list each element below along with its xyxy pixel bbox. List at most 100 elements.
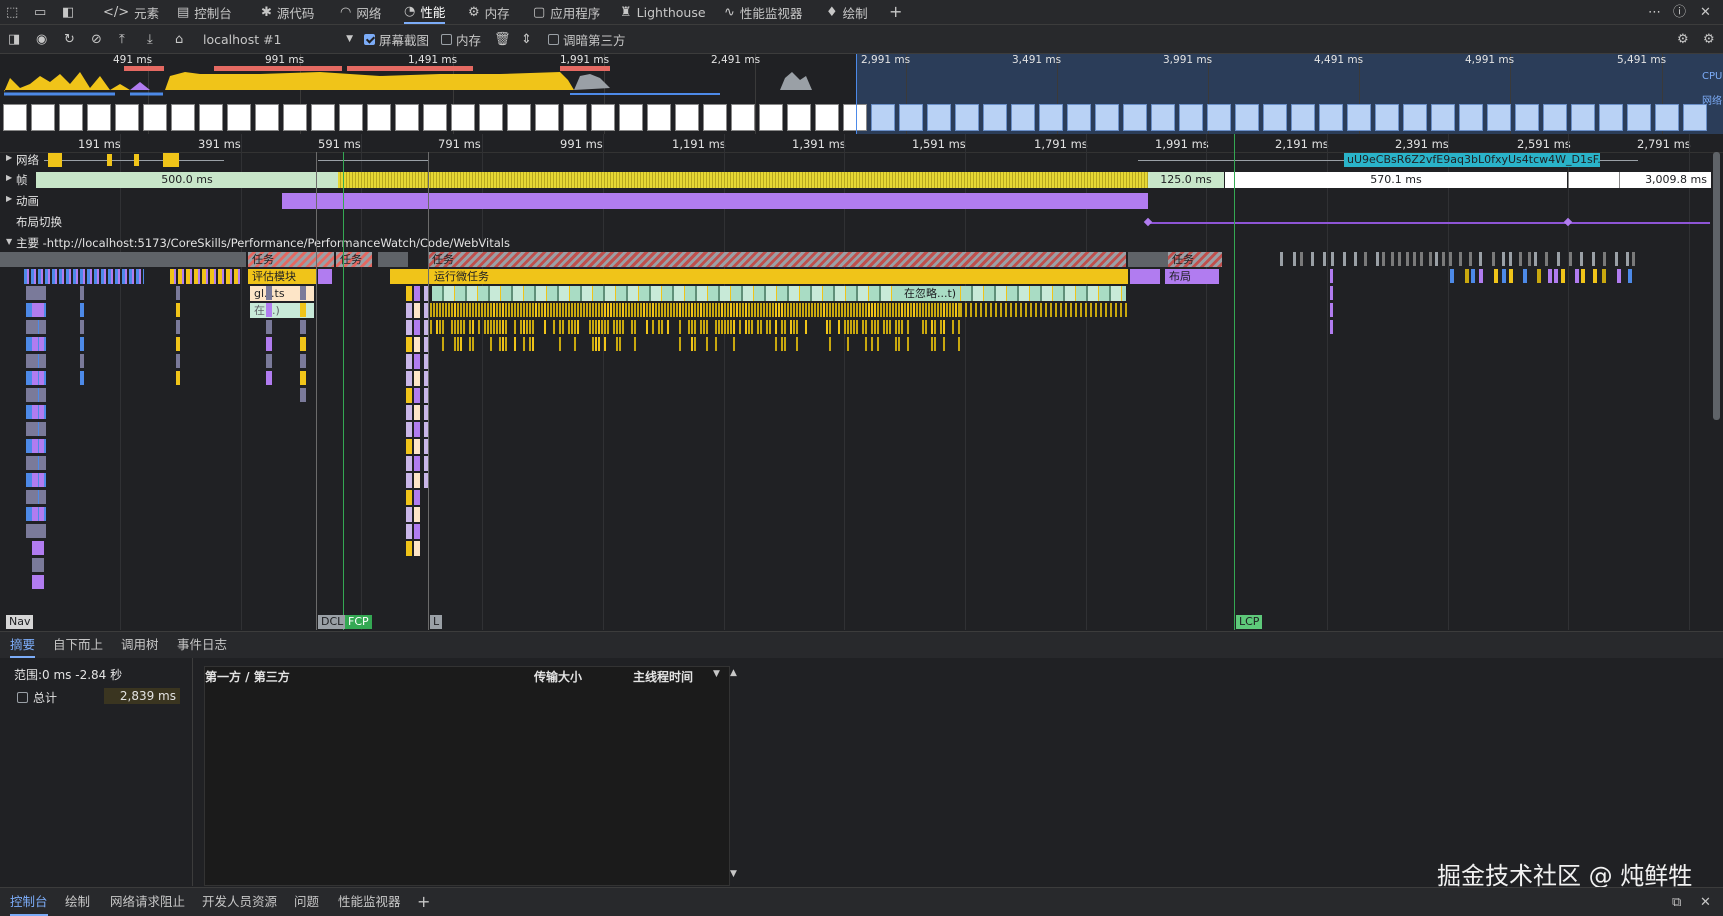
flame-bar[interactable] — [493, 303, 495, 317]
flame-bar[interactable] — [748, 303, 750, 317]
render-bar[interactable] — [1130, 269, 1160, 284]
flame-bar[interactable] — [784, 303, 786, 317]
flame-bar[interactable] — [697, 303, 699, 317]
flame-bar[interactable] — [502, 337, 504, 351]
flame-bar[interactable] — [634, 337, 636, 351]
flame-bar[interactable] — [1120, 303, 1122, 317]
drawer-tab-perf-monitor[interactable]: 性能监视器 — [338, 888, 401, 916]
screenshot-thumbnail[interactable] — [1347, 104, 1371, 131]
flame-bar[interactable] — [799, 303, 801, 317]
tab-summary[interactable]: 摘要 — [10, 632, 36, 658]
flame-bar[interactable] — [454, 303, 456, 317]
flame-bar[interactable] — [766, 320, 768, 334]
flame-bar[interactable] — [457, 337, 459, 351]
screenshot-thumbnail[interactable] — [1011, 104, 1035, 131]
flame-bar[interactable] — [601, 320, 603, 334]
flame-bar[interactable] — [913, 303, 915, 317]
network-track-label[interactable]: 网络 — [16, 152, 39, 168]
frame-block[interactable]: 125.0 ms — [1148, 172, 1224, 188]
flame-bar[interactable] — [1603, 252, 1606, 266]
flame-bar[interactable] — [559, 320, 561, 334]
flame-bar[interactable] — [943, 303, 945, 317]
flame-bar[interactable] — [694, 303, 696, 317]
flame-bar[interactable] — [1364, 252, 1367, 266]
flame-bar[interactable] — [505, 337, 507, 351]
flame-bar[interactable] — [1060, 303, 1062, 317]
flame-bar[interactable] — [667, 303, 669, 317]
flame-bar[interactable] — [571, 303, 573, 317]
flame-bar[interactable] — [565, 303, 567, 317]
flame-bar[interactable] — [829, 303, 831, 317]
scroll-down-icon[interactable]: ▼ — [730, 870, 737, 879]
flame-bar[interactable] — [781, 337, 783, 351]
flame-bar[interactable] — [490, 337, 492, 351]
flame-bar[interactable] — [781, 303, 783, 317]
flame-bar[interactable] — [772, 303, 774, 317]
flame-bar[interactable] — [607, 320, 609, 334]
flame-bar[interactable] — [865, 337, 867, 351]
screenshot-thumbnail[interactable] — [3, 104, 27, 131]
screenshot-thumbnail[interactable] — [675, 104, 699, 131]
more-tabs-button[interactable]: + — [889, 0, 902, 24]
flame-bar[interactable] — [38, 473, 39, 487]
flame-bar[interactable] — [300, 388, 306, 402]
network-request-bar[interactable] — [107, 154, 112, 166]
flame-bar[interactable] — [823, 303, 825, 317]
flame-bar[interactable] — [928, 303, 930, 317]
flame-bar[interactable] — [414, 337, 420, 352]
flame-bar[interactable] — [985, 303, 987, 317]
flame-bar[interactable] — [853, 320, 855, 334]
flame-bar[interactable] — [1015, 303, 1017, 317]
flame-bar[interactable] — [757, 320, 759, 334]
flame-bar[interactable] — [715, 303, 717, 317]
flame-bar[interactable] — [1025, 303, 1027, 317]
flame-bar[interactable] — [451, 320, 453, 334]
target-select[interactable]: localhost #1 ▼ — [203, 25, 353, 53]
flame-bar[interactable] — [922, 303, 924, 317]
flame-bar[interactable] — [883, 303, 885, 317]
flame-bar[interactable] — [760, 303, 762, 317]
flame-bar[interactable] — [975, 303, 977, 317]
flame-bar[interactable] — [592, 320, 594, 334]
flame-bar[interactable] — [619, 337, 621, 351]
flame-bar[interactable] — [38, 337, 39, 351]
flame-bar[interactable] — [931, 303, 933, 317]
flame-bar[interactable] — [1479, 252, 1482, 266]
flame-bar[interactable] — [176, 286, 180, 300]
flame-bar[interactable] — [610, 303, 612, 317]
flame-bar[interactable] — [1095, 303, 1097, 317]
flame-bar[interactable] — [574, 320, 576, 334]
flame-bar[interactable] — [1509, 252, 1512, 266]
col-main-thread-header[interactable]: 主线程时间 — [633, 668, 693, 685]
screenshot-thumbnail[interactable] — [591, 104, 615, 131]
flame-bar[interactable] — [80, 371, 84, 385]
animation-bar[interactable] — [282, 193, 1148, 209]
tab-recorder[interactable]: ♦ 绘制 — [826, 0, 868, 24]
flame-bar[interactable] — [919, 303, 921, 317]
flame-bar[interactable] — [1632, 252, 1635, 266]
flame-bar[interactable] — [904, 303, 906, 317]
flame-bar[interactable] — [601, 303, 603, 317]
flame-bar[interactable] — [406, 473, 412, 488]
flame-bar[interactable] — [960, 303, 962, 317]
flame-bar[interactable] — [1354, 252, 1357, 266]
flame-bar[interactable] — [889, 303, 891, 317]
flame-bar[interactable] — [176, 303, 180, 317]
screenshot-thumbnail[interactable] — [1123, 104, 1147, 131]
flame-bar[interactable] — [898, 337, 900, 351]
flame-bar[interactable] — [604, 337, 606, 351]
screenshot-thumbnail[interactable] — [31, 104, 55, 131]
layout-shift-cluster[interactable] — [1148, 222, 1710, 224]
flame-bar[interactable] — [457, 303, 459, 317]
flame-bar[interactable] — [706, 320, 708, 334]
tab-event-log[interactable]: 事件日志 — [177, 632, 227, 658]
script-bar[interactable] — [390, 269, 430, 284]
drawer-tab-issues[interactable]: 问题 — [294, 888, 319, 916]
flame-bar[interactable] — [877, 303, 879, 317]
flame-bar[interactable] — [1617, 269, 1621, 283]
flame-bar[interactable] — [934, 320, 936, 334]
flame-bar[interactable] — [1519, 252, 1522, 266]
flame-bar[interactable] — [1581, 269, 1585, 283]
flame-bar[interactable] — [442, 337, 444, 351]
screenshot-thumbnail[interactable] — [1683, 104, 1707, 131]
